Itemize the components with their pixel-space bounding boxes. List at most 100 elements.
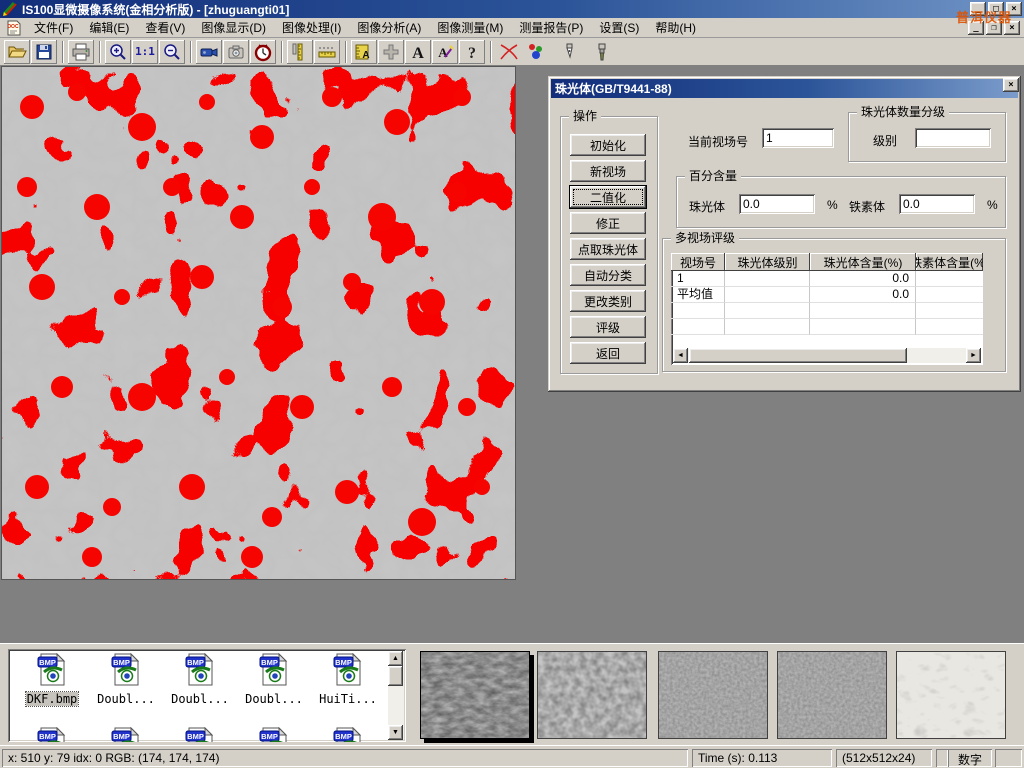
table-row[interactable]: 平均值 0.0 (671, 287, 983, 303)
curve-cut-icon (498, 41, 520, 63)
timer-icon (253, 42, 273, 62)
new-field-button[interactable]: 新视场 (570, 160, 646, 182)
menu-file[interactable]: 文件(F) (26, 17, 81, 38)
file-item[interactable] (238, 727, 310, 742)
table-cell (916, 271, 983, 287)
file-name: Doubl... (244, 692, 304, 706)
color-points-button[interactable] (523, 40, 549, 64)
menu-image-process[interactable]: 图像处理(I) (274, 17, 349, 38)
grid-cross-button[interactable] (378, 40, 404, 64)
dialog-title-bar[interactable]: 珠光体(GB/T9441-88) (551, 79, 1018, 98)
scrollbar-thumb[interactable] (388, 666, 403, 686)
open-icon (7, 42, 27, 62)
pick-pearlite-button[interactable]: 点取珠光体 (570, 238, 646, 260)
menu-image-measure[interactable]: 图像测量(M) (429, 17, 511, 38)
brush-tool-button[interactable] (589, 40, 615, 64)
binarize-button[interactable]: 二值化 (570, 186, 646, 208)
actual-size-button[interactable]: 1:1 (132, 40, 158, 64)
thumbnail-image[interactable] (777, 651, 887, 739)
file-panel: DKF.bmp Doubl... Doubl... Doubl... HuiTi… (0, 643, 1024, 745)
scale-calibrate-button[interactable]: A (351, 40, 377, 64)
menu-image-analysis[interactable]: 图像分析(A) (349, 17, 429, 38)
curve-cut-button[interactable] (496, 40, 522, 64)
scroll-left-icon[interactable]: ◄ (673, 348, 688, 363)
table-header[interactable]: 铁素体含量(%) (916, 253, 983, 271)
dialog-close-button[interactable]: × (1003, 78, 1019, 92)
file-list-scrollbar[interactable]: ▲ ▼ (388, 651, 404, 740)
caliper-measure-button[interactable] (287, 40, 313, 64)
table-cell: 0.0 (810, 287, 916, 303)
scroll-down-icon[interactable]: ▼ (388, 725, 403, 740)
thumbnail-image[interactable] (537, 651, 647, 739)
return-button[interactable]: 返回 (570, 342, 646, 364)
menu-help[interactable]: 帮助(H) (647, 17, 704, 38)
svg-text:A: A (412, 45, 424, 62)
menu-view[interactable]: 查看(V) (137, 17, 193, 38)
scroll-up-icon[interactable]: ▲ (388, 651, 403, 666)
menu-settings[interactable]: 设置(S) (591, 17, 647, 38)
table-cell: 平均值 (671, 287, 725, 303)
bmp-file-icon (259, 653, 289, 687)
open-button[interactable] (4, 40, 30, 64)
zoom-out-button[interactable] (159, 40, 185, 64)
table-row[interactable]: 1 0.0 (671, 271, 983, 287)
menu-edit[interactable]: 编辑(E) (81, 17, 137, 38)
image-size-status: (512x512x24) (836, 749, 932, 767)
scroll-right-icon[interactable]: ► (966, 348, 981, 363)
current-field-input[interactable] (762, 128, 834, 148)
correct-button[interactable]: 修正 (570, 212, 646, 234)
file-item[interactable] (312, 727, 384, 742)
file-list[interactable]: DKF.bmp Doubl... Doubl... Doubl... HuiTi… (8, 649, 406, 742)
video-capture-button[interactable] (196, 40, 222, 64)
annotate-button[interactable]: A (432, 40, 458, 64)
bmp-file-icon (259, 727, 289, 742)
menu-image-display[interactable]: 图像显示(D) (193, 17, 274, 38)
thumbnail-image[interactable] (896, 651, 1006, 739)
file-item[interactable]: Doubl... (238, 653, 310, 706)
help-button[interactable]: ? (459, 40, 485, 64)
zoom-in-button[interactable] (105, 40, 131, 64)
pen-icon (559, 42, 579, 62)
pen-tool-button[interactable] (556, 40, 582, 64)
table-header[interactable]: 视场号 (671, 253, 725, 271)
file-item[interactable] (164, 727, 236, 742)
file-item[interactable]: HuiTi... (312, 653, 384, 706)
grade-input[interactable] (915, 128, 991, 148)
table-header[interactable]: 珠光体含量(%) (810, 253, 916, 271)
grade-label: 级别 (873, 132, 897, 149)
scrollbar-thumb[interactable] (689, 348, 907, 363)
menu-report[interactable]: 测量报告(P) (511, 17, 591, 38)
init-button[interactable]: 初始化 (570, 134, 646, 156)
ruler-button[interactable] (314, 40, 340, 64)
pearlite-percent-input[interactable] (739, 194, 815, 214)
annotate-icon: A (435, 42, 455, 62)
text-icon: A (408, 42, 428, 62)
ruler-icon (317, 42, 337, 62)
rate-button[interactable]: 评级 (570, 316, 646, 338)
thumbnail-image[interactable] (420, 651, 530, 739)
cursor-position-status: x: 510 y: 79 idx: 0 RGB: (174, 174, 174) (2, 749, 688, 767)
print-button[interactable] (68, 40, 94, 64)
change-class-button[interactable]: 更改类别 (570, 290, 646, 312)
thumbnail-image[interactable] (658, 651, 768, 739)
svg-text:A: A (362, 50, 369, 61)
file-item[interactable] (90, 727, 162, 742)
table-header[interactable]: 珠光体级别 (725, 253, 810, 271)
toolbar-separator (281, 41, 283, 63)
save-button[interactable] (31, 40, 57, 64)
svg-text:A: A (438, 45, 448, 60)
zoom-out-icon (162, 42, 182, 62)
camera-button[interactable] (223, 40, 249, 64)
ferrite-unit: % (987, 198, 998, 212)
file-item[interactable] (16, 727, 88, 742)
file-item[interactable]: DKF.bmp (16, 653, 88, 706)
table-cell: 0.0 (810, 271, 916, 287)
table-horizontal-scrollbar[interactable]: ◄ ► (673, 348, 981, 363)
timer-button[interactable] (250, 40, 276, 64)
metallograph-binary-image[interactable] (2, 67, 515, 579)
auto-classify-button[interactable]: 自动分类 (570, 264, 646, 286)
file-item[interactable]: Doubl... (164, 653, 236, 706)
text-tool-button[interactable]: A (405, 40, 431, 64)
file-item[interactable]: Doubl... (90, 653, 162, 706)
ferrite-percent-input[interactable] (899, 194, 975, 214)
